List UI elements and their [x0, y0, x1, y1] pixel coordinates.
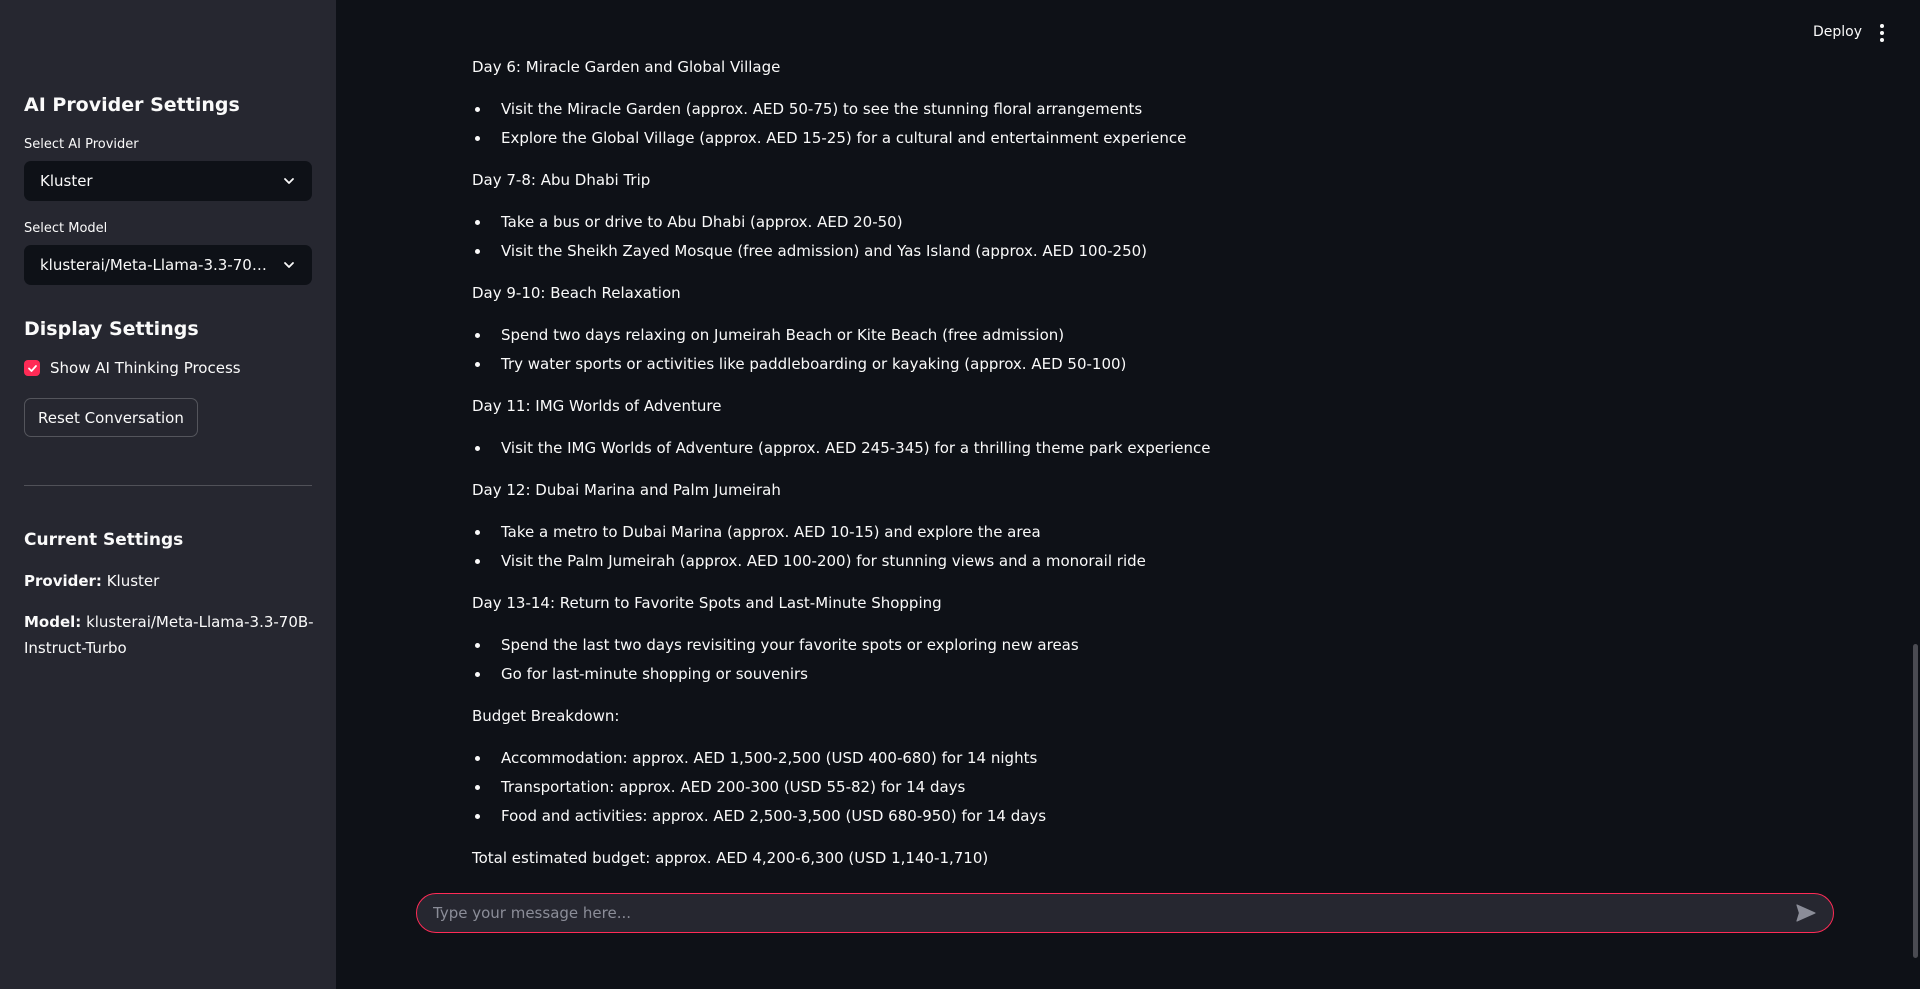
list-item: Visit the Miracle Garden (approx. AED 50… — [472, 95, 1852, 124]
send-icon[interactable] — [1795, 902, 1817, 924]
provider-select-value: Kluster — [40, 172, 93, 190]
list-item: Go for last-minute shopping or souvenirs — [472, 660, 1852, 689]
list-item: Spend the last two days revisiting your … — [472, 631, 1852, 660]
sidebar-divider — [24, 485, 312, 486]
show-thinking-label: Show AI Thinking Process — [50, 359, 241, 377]
model-select-label: Select Model — [24, 221, 108, 236]
list-item: Take a metro to Dubai Marina (approx. AE… — [472, 518, 1852, 547]
total-budget: Total estimated budget: approx. AED 4,20… — [472, 849, 989, 867]
provider-select[interactable]: Kluster — [24, 161, 312, 201]
section-heading: Day 6: Miracle Garden and Global Village — [472, 58, 781, 76]
bullet-list: Accommodation: approx. AED 1,500-2,500 (… — [472, 744, 1852, 831]
list-item: Accommodation: approx. AED 1,500-2,500 (… — [472, 744, 1852, 773]
current-model: Model: klusterai/Meta-Llama-3.3-70B-Inst… — [24, 609, 314, 661]
section-heading: Day 12: Dubai Marina and Palm Jumeirah — [472, 481, 781, 499]
current-provider-key: Provider: — [24, 572, 102, 590]
list-item: Visit the Palm Jumeirah (approx. AED 100… — [472, 547, 1852, 576]
current-settings-title: Current Settings — [24, 530, 184, 550]
main-menu-icon[interactable] — [1874, 22, 1890, 44]
scrollbar-thumb[interactable] — [1913, 644, 1918, 958]
sidebar: AI Provider Settings Select AI Provider … — [0, 0, 336, 989]
list-item: Try water sports or activities like padd… — [472, 350, 1852, 379]
model-select[interactable]: klusterai/Meta-Llama-3.3-70B-Instruct-Tu… — [24, 245, 312, 285]
section-heading: Budget Breakdown: — [472, 707, 620, 725]
deploy-button[interactable]: Deploy — [1813, 24, 1862, 40]
list-item: Visit the IMG Worlds of Adventure (appro… — [472, 434, 1852, 463]
chat-input[interactable] — [433, 904, 1795, 922]
section-heading: Day 7-8: Abu Dhabi Trip — [472, 171, 651, 189]
provider-select-label: Select AI Provider — [24, 137, 139, 152]
model-select-value: klusterai/Meta-Llama-3.3-70B-Instruct-Tu… — [40, 256, 282, 274]
list-item: Visit the Sheikh Zayed Mosque (free admi… — [472, 237, 1852, 266]
current-provider-value: Kluster — [101, 572, 160, 590]
list-item: Spend two days relaxing on Jumeirah Beac… — [472, 321, 1852, 350]
checkbox-checked-icon — [24, 360, 40, 376]
display-settings-title: Display Settings — [24, 318, 199, 340]
assistant-message: Day 6: Miracle Garden and Global Village… — [472, 54, 1852, 886]
chevron-down-icon — [284, 178, 294, 184]
bullet-list: Visit the IMG Worlds of Adventure (appro… — [472, 434, 1852, 463]
bullet-list: Spend two days relaxing on Jumeirah Beac… — [472, 321, 1852, 379]
list-item: Transportation: approx. AED 200-300 (USD… — [472, 773, 1852, 802]
section-heading: Day 9-10: Beach Relaxation — [472, 284, 681, 302]
bullet-list: Take a metro to Dubai Marina (approx. AE… — [472, 518, 1852, 576]
section-heading: Day 13-14: Return to Favorite Spots and … — [472, 594, 942, 612]
chat-input-bar — [416, 893, 1834, 933]
list-item: Take a bus or drive to Abu Dhabi (approx… — [472, 208, 1852, 237]
chevron-down-icon — [284, 262, 294, 268]
show-thinking-checkbox[interactable]: Show AI Thinking Process — [24, 359, 241, 377]
bullet-list: Spend the last two days revisiting your … — [472, 631, 1852, 689]
section-heading: Day 11: IMG Worlds of Adventure — [472, 397, 722, 415]
current-model-key: Model: — [24, 613, 82, 631]
bullet-list: Take a bus or drive to Abu Dhabi (approx… — [472, 208, 1852, 266]
list-item: Food and activities: approx. AED 2,500-3… — [472, 802, 1852, 831]
reset-conversation-button[interactable]: Reset Conversation — [24, 398, 198, 437]
list-item: Explore the Global Village (approx. AED … — [472, 124, 1852, 153]
bullet-list: Visit the Miracle Garden (approx. AED 50… — [472, 95, 1852, 153]
app-window: AI Provider Settings Select AI Provider … — [0, 0, 1920, 989]
provider-settings-title: AI Provider Settings — [24, 94, 240, 116]
current-provider: Provider: Kluster — [24, 568, 314, 594]
